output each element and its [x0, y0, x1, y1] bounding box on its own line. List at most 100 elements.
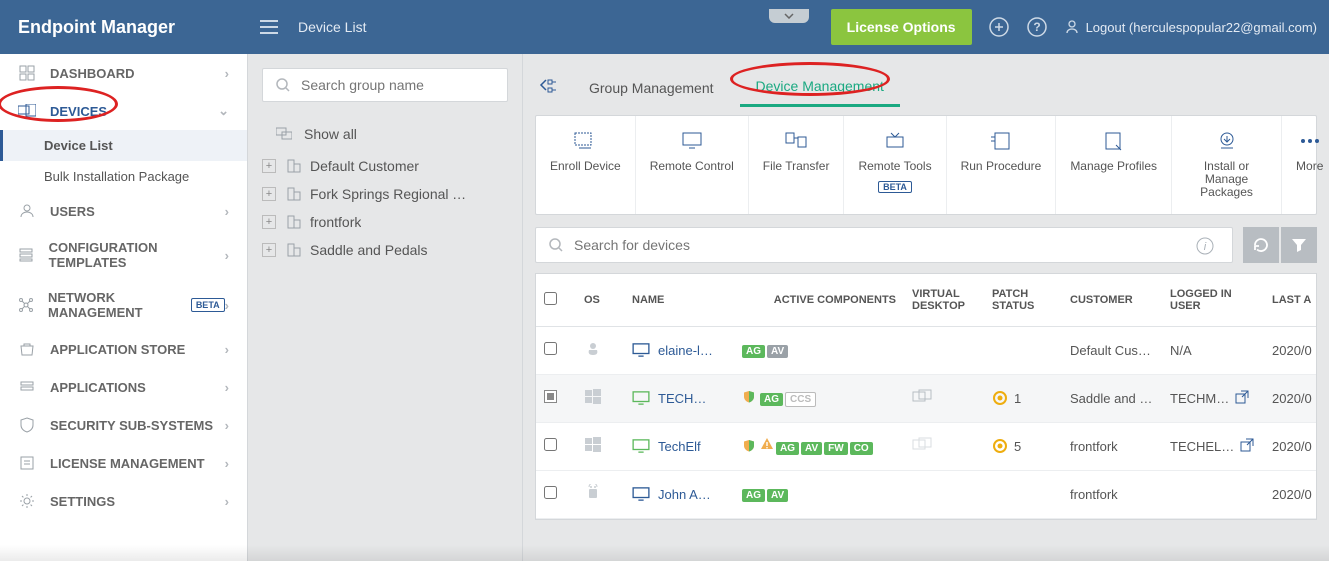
table-row[interactable]: TechElfAGAVFWCO5frontforkTECHEL…2020/0 [536, 422, 1317, 470]
table-row[interactable]: John A…AGAVfrontfork2020/0 [536, 470, 1317, 518]
group-search-input[interactable] [301, 77, 495, 93]
sidebar-item-label: DEVICES [50, 104, 107, 119]
tool-install-packages[interactable]: Install or Manage Packages [1172, 116, 1282, 214]
chevron-right-icon: › [225, 298, 229, 313]
install-packages-icon [1215, 130, 1239, 152]
user-cell: TECHM… [1162, 374, 1264, 422]
device-search-row: i [535, 227, 1317, 263]
external-link-icon[interactable] [1235, 390, 1249, 407]
sidebar-sub-device-list[interactable]: Device List [0, 130, 247, 161]
device-name-link[interactable]: John A… [632, 487, 726, 502]
group-tree-item[interactable]: +Saddle and Pedals [262, 236, 508, 264]
sidebar-item-devices[interactable]: DEVICES ⌄ [0, 92, 247, 130]
sidebar: DASHBOARD › DEVICES ⌄ Device List Bulk I… [0, 54, 248, 561]
top-expand-notch[interactable] [769, 9, 809, 23]
group-tree-item[interactable]: +Default Customer [262, 152, 508, 180]
tool-more[interactable]: More [1282, 116, 1329, 214]
help-icon[interactable]: ? [1026, 16, 1048, 38]
sidebar-item-appstore[interactable]: APPLICATION STORE › [0, 330, 247, 368]
tab-group-management[interactable]: Group Management [573, 70, 730, 106]
active-components-cell: AGCCS [734, 374, 904, 422]
tab-device-management[interactable]: Device Management [740, 68, 900, 107]
row-checkbox[interactable] [536, 470, 576, 518]
license-icon [18, 454, 36, 472]
sidebar-item-label: LICENSE MANAGEMENT [50, 456, 205, 471]
tool-label: Remote Tools [858, 160, 931, 173]
sidebar-item-label: SECURITY SUB-SYSTEMS [50, 418, 213, 433]
col-user[interactable]: LOGGED IN USER [1162, 274, 1264, 327]
sidebar-item-license[interactable]: LICENSE MANAGEMENT › [0, 444, 247, 482]
main: DASHBOARD › DEVICES ⌄ Device List Bulk I… [0, 54, 1329, 561]
col-last[interactable]: LAST A [1264, 274, 1317, 327]
tool-manage-profiles[interactable]: Manage Profiles [1056, 116, 1172, 214]
license-options-button[interactable]: License Options [831, 9, 972, 45]
col-vd[interactable]: VIRTUAL DESKTOP [904, 274, 984, 327]
refresh-button[interactable] [1243, 227, 1279, 263]
device-name-link[interactable]: TechElf [632, 439, 726, 454]
tree-collapse-icon[interactable] [535, 74, 563, 102]
svg-text:i: i [1204, 241, 1207, 253]
tool-enroll-device[interactable]: Enroll Device [536, 116, 636, 214]
group-search[interactable] [262, 68, 508, 102]
add-icon[interactable] [988, 16, 1010, 38]
table-row[interactable]: TECH…AGCCS1Saddle and …TECHM…2020/0 [536, 374, 1317, 422]
user-cell: TECHEL… [1162, 422, 1264, 470]
group-tree-item[interactable]: +Fork Springs Regional Tr… [262, 180, 508, 208]
tool-file-transfer[interactable]: File Transfer [749, 116, 845, 214]
customer-cell: Default Cust… [1062, 326, 1162, 374]
row-checkbox[interactable] [536, 422, 576, 470]
virtual-desktop-cell [904, 374, 984, 422]
sidebar-item-applications[interactable]: APPLICATIONS › [0, 368, 247, 406]
logout-label: Logout (herculespopular22@gmail.com) [1086, 20, 1317, 35]
expand-icon[interactable]: + [262, 215, 276, 229]
sidebar-item-config-templates[interactable]: CONFIGURATION TEMPLATES › [0, 230, 247, 280]
virtual-desktop-icon [912, 389, 932, 405]
show-all-button[interactable]: Show all [262, 116, 508, 152]
chevron-right-icon: › [225, 494, 229, 509]
chevron-right-icon: › [225, 418, 229, 433]
col-patch[interactable]: PATCH STATUS [984, 274, 1062, 327]
sidebar-item-network[interactable]: NETWORK MANAGEMENT BETA › [0, 280, 247, 330]
external-link-icon[interactable] [1240, 438, 1254, 455]
select-all-checkbox[interactable] [544, 292, 557, 305]
table-row[interactable]: elaine-l…AGAVDefault Cust…N/A2020/0 [536, 326, 1317, 374]
shield-icon [742, 439, 756, 456]
tool-run-procedure[interactable]: Run Procedure [947, 116, 1057, 214]
expand-icon[interactable]: + [262, 243, 276, 257]
os-cell [576, 470, 624, 518]
dashboard-icon [18, 64, 36, 82]
col-os[interactable]: OS [576, 274, 624, 327]
filter-button[interactable] [1281, 227, 1317, 263]
virtual-desktop-cell [904, 422, 984, 470]
file-transfer-icon [784, 130, 808, 152]
sidebar-item-dashboard[interactable]: DASHBOARD › [0, 54, 247, 92]
last-activity-cell: 2020/0 [1264, 470, 1317, 518]
row-checkbox[interactable] [536, 374, 576, 422]
expand-icon[interactable]: + [262, 159, 276, 173]
col-name[interactable]: NAME [624, 274, 734, 327]
expand-icon[interactable]: + [262, 187, 276, 201]
logout-link[interactable]: Logout (herculespopular22@gmail.com) [1064, 19, 1317, 35]
tool-remote-tools[interactable]: Remote Tools BETA [844, 116, 946, 214]
group-tree-item[interactable]: +frontfork [262, 208, 508, 236]
chevron-right-icon: › [225, 380, 229, 395]
appstore-icon [18, 340, 36, 358]
tool-label: More [1296, 160, 1323, 173]
info-icon[interactable]: i [1194, 230, 1226, 262]
sidebar-item-users[interactable]: USERS › [0, 192, 247, 230]
device-name-link[interactable]: elaine-l… [632, 343, 726, 358]
tool-label: Enroll Device [550, 160, 621, 173]
chevron-right-icon: › [225, 342, 229, 357]
device-search-input[interactable] [574, 237, 1220, 253]
tool-remote-control[interactable]: Remote Control [636, 116, 749, 214]
col-active[interactable]: ACTIVE COMPONENTS [734, 274, 904, 327]
row-checkbox[interactable] [536, 326, 576, 374]
sidebar-item-settings[interactable]: SETTINGS › [0, 482, 247, 520]
sidebar-item-security[interactable]: SECURITY SUB-SYSTEMS › [0, 406, 247, 444]
device-name-link[interactable]: TECH… [632, 391, 726, 406]
sidebar-sub-bulk-install[interactable]: Bulk Installation Package [0, 161, 247, 192]
col-cust[interactable]: CUSTOMER [1062, 274, 1162, 327]
device-search[interactable]: i [535, 227, 1233, 263]
hamburger-icon[interactable] [260, 20, 280, 34]
customer-cell: Saddle and … [1062, 374, 1162, 422]
